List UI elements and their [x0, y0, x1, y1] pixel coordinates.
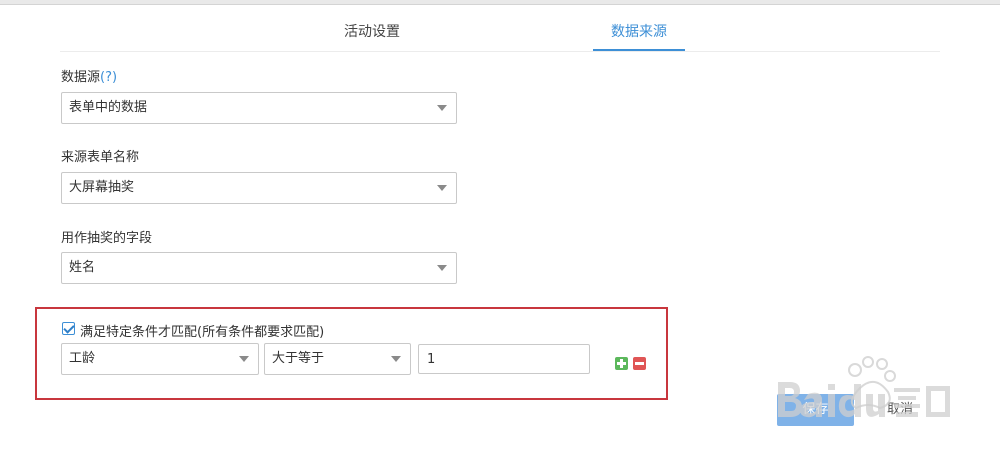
- condition-value-input[interactable]: [418, 344, 590, 374]
- cancel-button[interactable]: 取消: [870, 394, 930, 426]
- source-form-select-value: 大屏幕抽奖: [69, 180, 135, 195]
- tab-data-source[interactable]: 数据来源: [593, 15, 685, 51]
- condition-checkbox[interactable]: [62, 322, 75, 335]
- minus-icon[interactable]: [633, 357, 646, 370]
- data-source-label: 数据源(?): [61, 66, 117, 85]
- chevron-down-icon: [437, 105, 447, 111]
- data-source-select[interactable]: 表单中的数据: [61, 92, 457, 124]
- source-form-select[interactable]: 大屏幕抽奖: [61, 172, 457, 204]
- lottery-field-select-value: 姓名: [69, 260, 96, 275]
- condition-field-select[interactable]: 工龄: [61, 343, 259, 375]
- chevron-down-icon: [391, 356, 401, 362]
- lottery-field-select[interactable]: 姓名: [61, 252, 457, 284]
- help-link[interactable]: (?): [100, 70, 117, 85]
- plus-icon[interactable]: [615, 357, 628, 370]
- tab-activity-settings[interactable]: 活动设置: [332, 15, 412, 49]
- data-source-dialog: 活动设置 数据来源 数据源(?) 表单中的数据 来源表单名称 大屏幕抽奖 用作抽…: [0, 5, 1000, 450]
- condition-field-value: 工龄: [69, 351, 96, 366]
- source-form-label: 来源表单名称: [61, 150, 140, 165]
- save-button[interactable]: 保存: [777, 394, 854, 426]
- lottery-field-label: 用作抽奖的字段: [61, 231, 153, 246]
- chevron-down-icon: [437, 185, 447, 191]
- data-source-select-value: 表单中的数据: [69, 100, 148, 115]
- tab-bar: 活动设置 数据来源: [60, 15, 940, 52]
- condition-operator-select[interactable]: 大于等于: [264, 343, 411, 375]
- chevron-down-icon: [437, 265, 447, 271]
- condition-checkbox-label: 满足特定条件才匹配(所有条件都要求匹配): [80, 325, 325, 340]
- chevron-down-icon: [239, 356, 249, 362]
- condition-operator-value: 大于等于: [272, 351, 325, 366]
- checkmark-icon: [63, 322, 75, 334]
- data-source-label-text: 数据源: [61, 70, 101, 85]
